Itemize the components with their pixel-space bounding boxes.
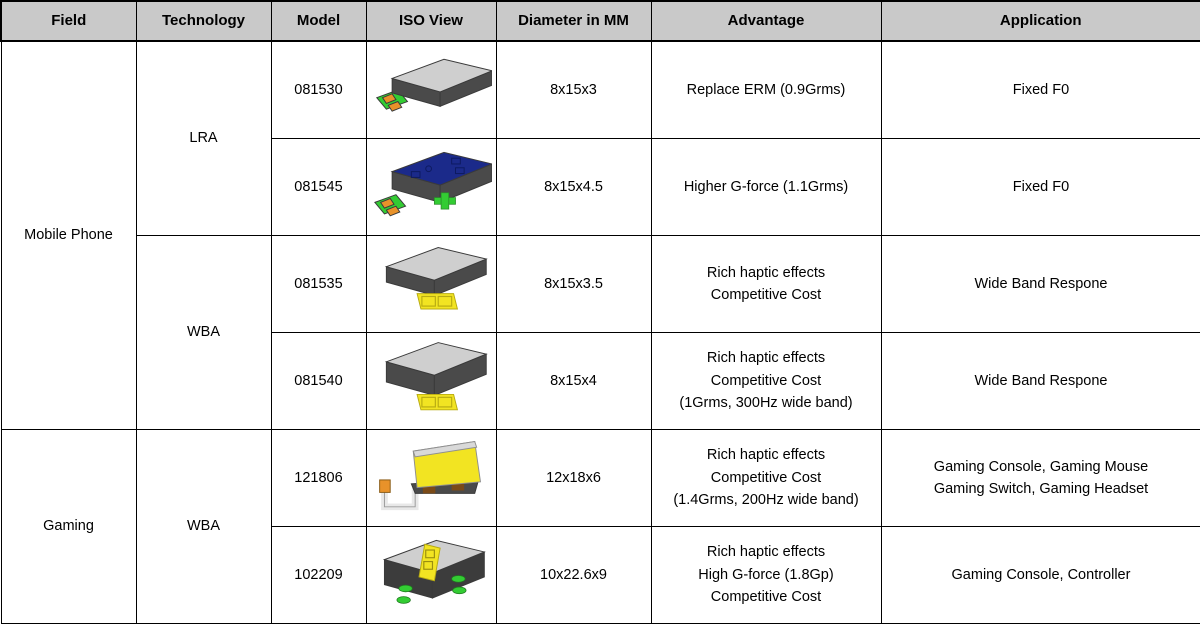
lra-blue-top-module-green-pad-icon: [371, 141, 492, 233]
wba-gray-module-yellow-pad-icon: [371, 238, 492, 330]
application-cell-line: Fixed F0: [1012, 81, 1070, 98]
product-comparison-table: Field Technology Model ISO View Diameter…: [0, 0, 1200, 624]
advantage-cell-line: High G-force (1.8Gp): [698, 566, 834, 583]
model-cell: 081540: [270, 332, 367, 430]
advantage-cell: Rich haptic effects High G-force (1.8Gp) C…: [650, 526, 882, 624]
advantage-cell-line: Competitive Cost: [710, 287, 822, 303]
application-cell: Wide Band Respone: [880, 235, 1200, 333]
iso-view-cell: [365, 332, 497, 430]
column-header-field: Field: [0, 0, 137, 42]
model-cell: 081535: [270, 235, 367, 333]
table-body: Mobile Phone LRA 081530 8x15x3 Replace ERM (…: [0, 40, 1200, 624]
application-cell-line: Wide Band Respone: [974, 372, 1108, 389]
application-cell-line: Gaming Console, Controller: [951, 566, 1131, 583]
diameter-cell: 8x15x3: [495, 40, 652, 139]
model-cell: 121806: [270, 429, 367, 527]
wba-gray-module-yellow-pad-tall-icon: [371, 335, 492, 427]
technology-cell-lra: LRA: [135, 40, 272, 236]
advantage-cell-line: (1Grms, 300Hz wide band): [679, 395, 853, 412]
application-cell: Fixed F0: [880, 138, 1200, 236]
table-header: Field Technology Model ISO View Diameter…: [0, 0, 1200, 42]
field-cell-mobile-phone: Mobile Phone: [0, 40, 137, 430]
technology-cell-wba: WBA: [135, 429, 272, 624]
iso-view-cell: [365, 429, 497, 527]
advantage-cell: Replace ERM (0.9Grms): [650, 40, 882, 139]
application-cell: Gaming Console, Gaming Mouse Gaming Switc…: [880, 429, 1200, 527]
column-header-diameter: Diameter in MM: [495, 0, 652, 42]
table-row: WBA 081535 8x15x3.5 Rich haptic effects Comp…: [1, 235, 1200, 430]
advantage-cell: Higher G-force (1.1Grms): [650, 138, 882, 236]
table-row: Mobile Phone LRA 081530 8x15x3 Replace ERM (…: [0, 40, 1200, 430]
column-header-technology: Technology: [135, 0, 272, 42]
diameter-cell: 8x15x3.5: [495, 235, 652, 333]
application-cell-line: Fixed F0: [1012, 178, 1070, 195]
model-cell: 081530: [270, 40, 367, 139]
advantage-cell-line: Rich haptic effects: [706, 350, 826, 367]
advantage-cell-line: Competitive Cost: [710, 589, 822, 606]
advantage-cell-line: (1.4Grms, 200Hz wide band): [673, 492, 859, 509]
diameter-cell: 8x15x4.5: [495, 138, 652, 236]
iso-view-cell: [365, 235, 497, 333]
column-header-application: Application: [880, 0, 1200, 42]
diameter-cell: 12x18x6: [495, 429, 652, 527]
application-cell: Fixed F0: [880, 40, 1200, 139]
diameter-cell: 10x22.6x9: [495, 526, 652, 624]
header-row: Field Technology Model ISO View Diameter…: [0, 0, 1200, 42]
column-header-iso-view: ISO View: [365, 0, 497, 42]
application-cell-line: Wide Band Respone: [974, 275, 1108, 292]
advantage-cell: Rich haptic effects Competitive Cost (1.4G…: [650, 429, 882, 527]
iso-view-cell: [365, 526, 497, 624]
advantage-cell-line: Competitive Cost: [710, 372, 822, 389]
advantage-cell-line: Higher G-force (1.1Grms): [683, 178, 849, 195]
application-cell-line: Gaming Switch, Gaming Headset: [933, 481, 1149, 497]
field-cell-gaming: Gaming: [0, 429, 137, 624]
advantage-cell-line: Rich haptic effects: [706, 264, 826, 281]
advantage-cell-line: Replace ERM (0.9Grms): [686, 81, 846, 98]
advantage-cell: Rich haptic effects Competitive Cost (1Grm…: [650, 332, 882, 430]
model-cell: 081545: [270, 138, 367, 236]
wba-dark-module-yellow-strip-green-pads-icon: [371, 529, 492, 621]
technology-cell-wba: WBA: [135, 235, 272, 430]
iso-view-cell: [365, 40, 497, 139]
column-header-advantage: Advantage: [650, 0, 882, 42]
application-cell: Wide Band Respone: [880, 332, 1200, 430]
table-row: Gaming WBA 121806 12x18x6 Rich haptic effect…: [0, 429, 1200, 624]
lra-gray-module-orange-flex-icon: [371, 44, 492, 136]
advantage-cell: Rich haptic effects Competitive Cost: [650, 235, 882, 333]
application-cell-line: Gaming Console, Gaming Mouse: [933, 458, 1149, 475]
advantage-cell-line: Rich haptic effects: [706, 544, 826, 561]
application-cell: Gaming Console, Controller: [880, 526, 1200, 624]
column-header-model: Model: [270, 0, 367, 42]
model-cell: 102209: [270, 526, 367, 624]
diameter-cell: 8x15x4: [495, 332, 652, 430]
advantage-cell-line: Competitive Cost: [710, 469, 822, 486]
iso-view-cell: [365, 138, 497, 236]
wba-yellow-module-flex-cable-icon: [371, 432, 492, 524]
advantage-cell-line: Rich haptic effects: [706, 447, 826, 464]
